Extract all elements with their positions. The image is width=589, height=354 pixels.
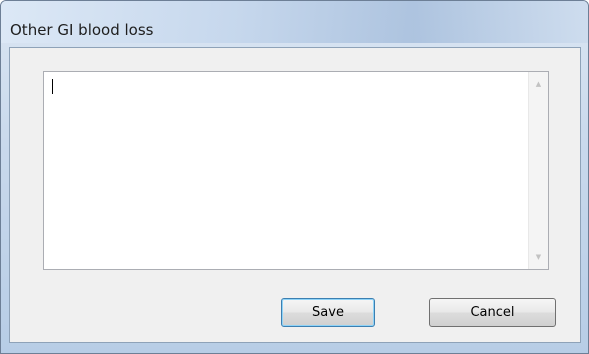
notes-text-area[interactable] [44,72,528,269]
window-title: Other GI blood loss [10,21,154,39]
dialog-window: Other GI blood loss ▲ ▼ Save Cancel [0,0,589,354]
scroll-up-arrow-icon[interactable]: ▲ [529,75,548,93]
vertical-scrollbar[interactable]: ▲ ▼ [528,72,548,269]
text-area-frame: ▲ ▼ [43,71,549,270]
save-button[interactable]: Save [281,298,375,327]
text-caret [52,79,53,94]
cancel-button[interactable]: Cancel [429,298,556,327]
dialog-client-area: ▲ ▼ Save Cancel [9,47,581,343]
scroll-down-arrow-icon[interactable]: ▼ [529,248,548,266]
title-bar[interactable]: Other GI blood loss [1,1,588,43]
